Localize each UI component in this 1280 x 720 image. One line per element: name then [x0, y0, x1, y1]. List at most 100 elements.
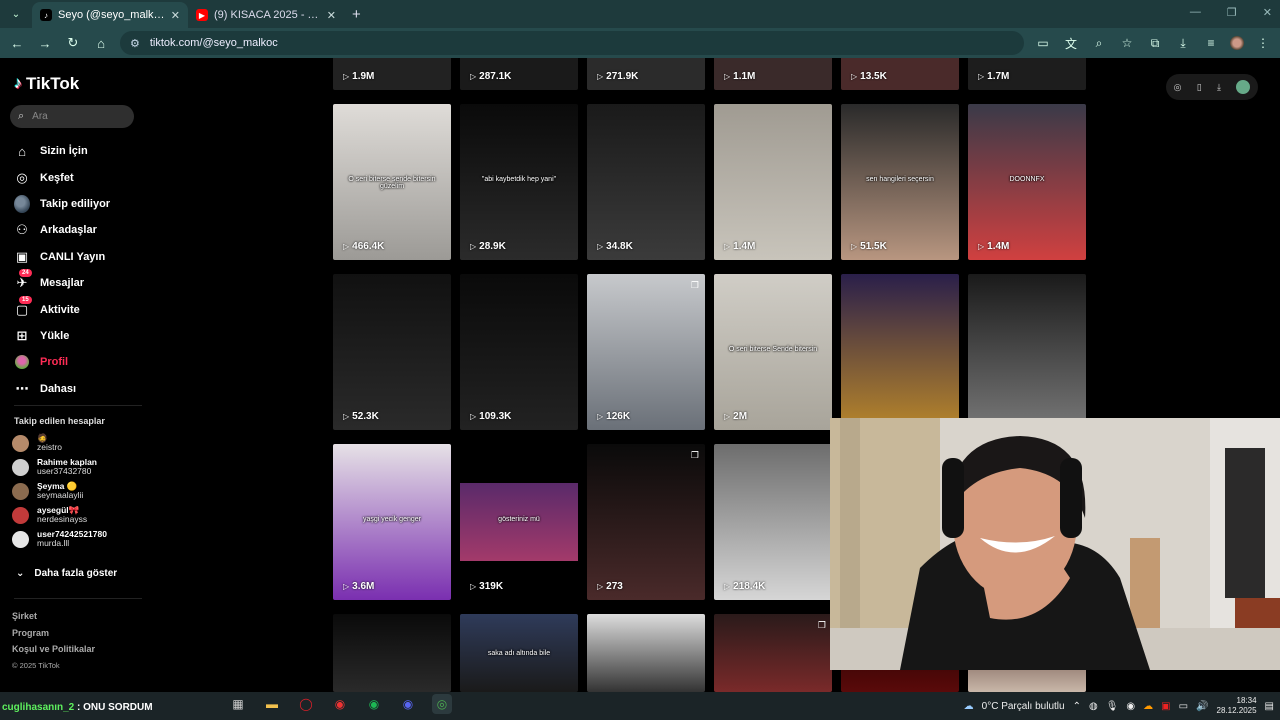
tray-app-icon[interactable]: ◍ — [1089, 701, 1098, 712]
window-close-icon[interactable]: ✕ — [1263, 6, 1272, 19]
phone-icon[interactable]: ▯ — [1197, 82, 1202, 93]
sidebar-item-3[interactable]: ⚇ Arkadaşlar — [0, 217, 148, 243]
sidebar-item-4[interactable]: ▣ CANLI Yayın — [0, 244, 148, 270]
following-account[interactable]: user74242521780 murda.lll — [12, 527, 148, 551]
video-card[interactable]: yaşgi yecik genger ▷ 3.6M — [333, 444, 451, 600]
close-icon[interactable]: ✕ — [171, 9, 180, 22]
video-card[interactable]: ▷ 1.4M — [714, 104, 832, 260]
extensions-icon[interactable]: ⧉ — [1146, 36, 1164, 51]
footer-link-company[interactable]: Şirket — [12, 608, 95, 625]
following-account[interactable]: Rahime kaplan user37432780 — [12, 455, 148, 479]
compass-icon: ◎ — [16, 169, 28, 185]
site-settings-icon[interactable]: ⚙ — [130, 37, 140, 50]
more-icon: ⋯ — [15, 380, 29, 396]
footer-link-terms[interactable]: Koşul ve Politikalar — [12, 641, 95, 658]
weather-text[interactable]: 0°C Parçalı bulutlu — [982, 701, 1065, 712]
video-card[interactable] — [333, 614, 451, 692]
back-icon[interactable]: ← — [8, 36, 26, 51]
forward-icon[interactable]: → — [36, 36, 54, 51]
video-card[interactable]: ▷ 1.9M — [333, 58, 451, 90]
footer-link-program[interactable]: Program — [12, 625, 95, 642]
sidebar-item-9[interactable]: ⋯ Dahası — [0, 376, 148, 402]
video-card[interactable]: O seri biterse Sende bitersin ▷ 2M — [714, 274, 832, 430]
sidebar-item-1[interactable]: ◎ Keşfet — [0, 164, 148, 190]
tab-search-icon[interactable]: ⌄ — [4, 2, 28, 26]
video-card[interactable] — [968, 274, 1086, 430]
video-card[interactable]: ❐ — [714, 614, 832, 692]
tab-youtube[interactable]: ▶ (9) KISACA 2025 - YouTube ✕ — [188, 2, 344, 28]
media-app-icon[interactable]: ◉ — [330, 694, 350, 714]
new-tab-button[interactable]: + — [352, 6, 361, 23]
video-card[interactable]: O seri biterse sende bitersin güzelim ▷ 46… — [333, 104, 451, 260]
video-card[interactable]: "abi kaybetdik hep yani" ▷ 28.9K — [460, 104, 578, 260]
bookmark-star-icon[interactable]: ☆ — [1118, 36, 1136, 50]
sidebar-nav: ⌂ Sizin İçin ◎ Keşfet Takip ediliyor ⚇ Arkadaş… — [0, 138, 148, 402]
view-count: ▷ 51.5K — [851, 241, 887, 252]
compass-icon[interactable]: ◎ — [1174, 82, 1182, 93]
video-card[interactable]: sen hangileri seçersin ▷ 51.5K — [841, 104, 959, 260]
tab-tiktok[interactable]: ♪ Seyo (@seyo_malkoc) | TikTok ✕ — [32, 2, 188, 28]
following-account[interactable]: aysegül🎀 nerdesinayss — [12, 503, 148, 527]
opera-icon[interactable]: ◯ — [296, 694, 316, 714]
video-card[interactable]: ▷ 218.4K — [714, 444, 832, 600]
address-bar[interactable]: ⚙ tiktok.com/@seyo_malkoc — [120, 31, 1024, 55]
file-explorer-icon[interactable]: ▬ — [262, 694, 282, 714]
microphone-icon[interactable]: 🎙 — [1106, 701, 1119, 712]
sidebar-item-7[interactable]: ⊞ Yükle — [0, 323, 148, 349]
cast-icon[interactable]: ▭ — [1034, 36, 1052, 50]
following-account[interactable]: Şeyma 🟡 seymaalaylii — [12, 479, 148, 503]
video-card[interactable] — [587, 614, 705, 692]
notification-icon[interactable]: ▤ — [1265, 701, 1274, 712]
video-card[interactable]: ▷ 52.3K — [333, 274, 451, 430]
video-card[interactable]: ▷ 271.9K — [587, 58, 705, 90]
minimize-icon[interactable]: — — [1190, 6, 1201, 19]
translate-icon[interactable]: 文 — [1062, 35, 1080, 52]
sidebar-item-5[interactable]: ✈ 24 Mesajlar — [0, 269, 148, 296]
video-card[interactable]: ▷ 34.8K — [587, 104, 705, 260]
video-card[interactable]: ▷ 1.7M — [968, 58, 1086, 90]
home-button-icon[interactable]: ⌂ — [92, 36, 110, 51]
video-card[interactable]: ▷ 1.1M — [714, 58, 832, 90]
video-card[interactable]: saka adı altında bile — [460, 614, 578, 692]
video-card[interactable]: ▷ 13.5K — [841, 58, 959, 90]
tray-app-icon[interactable]: ▣ — [1161, 701, 1170, 712]
chevron-up-icon[interactable]: ⌃ — [1073, 701, 1081, 712]
maximize-icon[interactable]: ❐ — [1227, 6, 1237, 19]
cloud-icon[interactable]: ☁ — [1143, 701, 1153, 712]
clock[interactable]: 18:34 28.12.2025 — [1217, 696, 1257, 716]
search-input[interactable]: ⌕ Ara — [10, 105, 134, 128]
spotify-icon[interactable]: ◉ — [364, 694, 384, 714]
discord-tray-icon[interactable]: ◉ — [1126, 701, 1135, 712]
sidebar-item-6[interactable]: ▢ 15 Aktivite — [0, 295, 148, 322]
volume-icon[interactable]: 🔊 — [1196, 701, 1208, 712]
sidebar-item-8[interactable]: Profil — [0, 349, 148, 375]
following-account[interactable]: 🧔 zeistro — [12, 431, 148, 455]
video-card[interactable] — [841, 274, 959, 430]
video-card[interactable]: gösteriniz mü ▷ 319K — [460, 444, 578, 600]
chrome-icon[interactable]: ◎ — [432, 694, 452, 714]
task-view-icon[interactable]: ▦ — [228, 694, 248, 714]
video-card[interactable]: ❐ ▷ 126K — [587, 274, 705, 430]
video-card[interactable]: ▷ 109.3K — [460, 274, 578, 430]
browser-menu-icon[interactable]: ⋮ — [1254, 36, 1272, 50]
browser-profile-avatar[interactable] — [1230, 36, 1244, 50]
zoom-icon[interactable]: ⌕ — [1090, 36, 1108, 51]
media-icon[interactable]: ≡ — [1202, 36, 1220, 50]
sidebar-item-2[interactable]: Takip ediliyor — [0, 191, 148, 217]
download-icon[interactable]: ⤓ — [1217, 82, 1221, 93]
reload-icon[interactable]: ↻ — [64, 35, 82, 51]
show-more-button[interactable]: ⌄ Daha fazla göster — [16, 568, 117, 579]
video-card[interactable]: ▷ 287.1K — [460, 58, 578, 90]
tiktok-logo[interactable]: ♪ TikTok — [14, 74, 79, 94]
video-card[interactable]: DOONNFX ▷ 1.4M — [968, 104, 1086, 260]
download-icon[interactable]: ⤓ — [1174, 36, 1192, 51]
video-card[interactable]: ❐ ▷ 273 — [587, 444, 705, 600]
sidebar-item-label: Sizin İçin — [40, 145, 88, 158]
discord-icon[interactable]: ◉ — [398, 694, 418, 714]
close-icon[interactable]: ✕ — [327, 9, 336, 22]
friends-icon: ⚇ — [16, 222, 28, 238]
view-count: ▷ 109.3K — [470, 411, 512, 422]
avatar[interactable] — [1236, 80, 1251, 94]
sidebar-item-0[interactable]: ⌂ Sizin İçin — [0, 138, 148, 164]
network-icon[interactable]: ▭ — [1179, 701, 1188, 712]
